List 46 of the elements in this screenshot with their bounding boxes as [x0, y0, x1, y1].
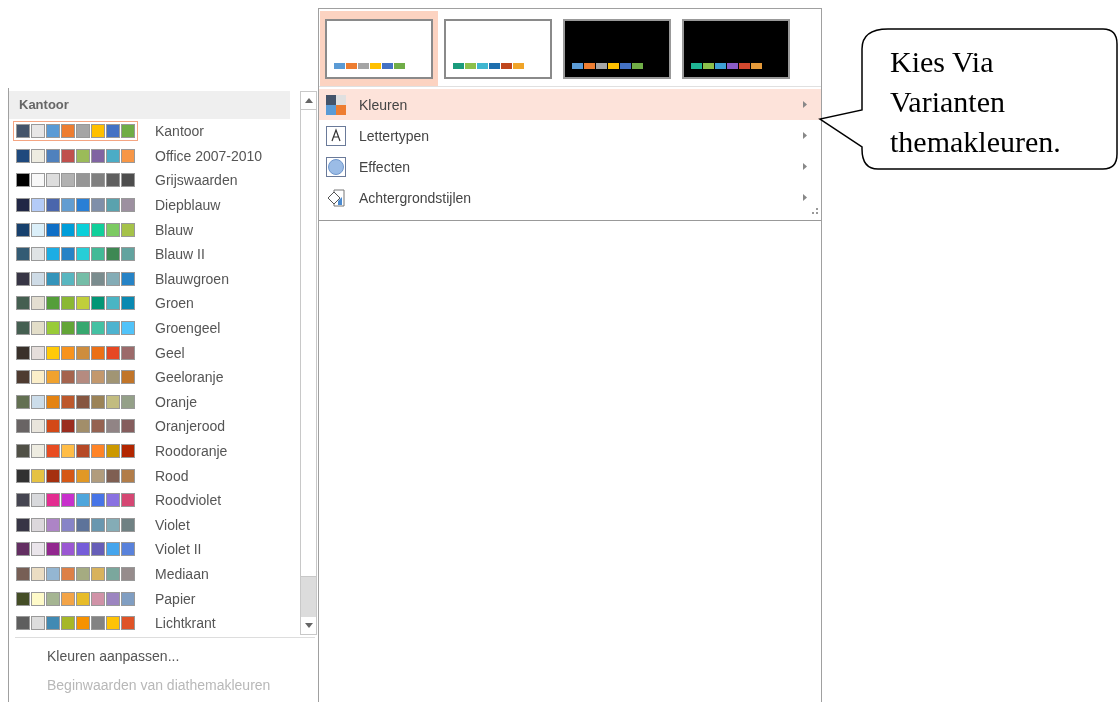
palette-name[interactable]: Kantoor — [155, 123, 205, 140]
scrollbar[interactable] — [300, 91, 317, 635]
variant-thumbnail[interactable] — [320, 11, 438, 86]
scroll-down-icon[interactable] — [304, 623, 313, 628]
palette-name[interactable]: Roodoranje — [155, 443, 228, 459]
palette-name[interactable]: Grijswaarden — [155, 172, 238, 189]
callout-text-line: themakleuren. — [890, 124, 1061, 160]
palette-name[interactable]: Lichtkrant — [155, 615, 216, 632]
palette-name[interactable]: Violet — [155, 516, 190, 533]
circle-icon — [326, 156, 346, 177]
menu-link[interactable]: Kleuren aanpassen... — [9, 642, 318, 672]
menu-item[interactable]: Kleuren — [319, 89, 821, 120]
palette-name[interactable]: Roodviolet — [155, 492, 222, 509]
resize-grip-icon[interactable] — [812, 208, 818, 214]
callout-text-line: Kies Via — [890, 44, 995, 80]
submenu-arrow-icon — [803, 132, 807, 139]
menu-item[interactable]: Effecten — [319, 151, 821, 182]
submenu-arrow-icon — [803, 163, 807, 170]
palette-name[interactable]: Geel — [155, 344, 185, 361]
color-swatch-strip[interactable] — [13, 441, 138, 461]
color-squares-icon — [326, 94, 346, 115]
menu-item[interactable]: Achtergrondstijlen — [319, 182, 821, 213]
menu-item[interactable]: Lettertypen — [319, 120, 821, 151]
palette-name[interactable]: Office 2007-2010 — [155, 147, 263, 164]
palette-name[interactable]: Oranjerood — [155, 418, 226, 435]
palette-name[interactable]: Rood — [155, 467, 189, 484]
palette-name[interactable]: Geeloranje — [155, 369, 224, 386]
callout-text-line: Varianten — [890, 84, 1006, 120]
submenu-arrow-icon — [803, 194, 807, 201]
color-swatch-strip[interactable] — [13, 564, 138, 584]
scroll-up-icon[interactable] — [304, 98, 313, 103]
palette-name[interactable]: Blauw II — [155, 246, 205, 263]
paint-bucket-icon — [326, 187, 346, 208]
palette-name[interactable]: Diepblauw — [155, 197, 221, 214]
palette-name[interactable]: Groen — [155, 295, 194, 312]
palette-name[interactable]: Blauwgroen — [155, 270, 229, 287]
submenu-arrow-icon — [803, 101, 807, 108]
palette-name[interactable]: Groengeel — [155, 320, 221, 337]
color-swatch-strip[interactable] — [13, 121, 138, 142]
palette-name[interactable]: Violet II — [155, 541, 202, 558]
palette-name[interactable]: Mediaan — [155, 566, 209, 582]
letter-a-icon — [326, 125, 346, 146]
palette-name[interactable]: Papier — [155, 590, 196, 607]
palette-name[interactable]: Blauw — [155, 221, 194, 238]
panel-header: Kantoor — [9, 91, 290, 119]
palette-name[interactable]: Oranje — [155, 393, 198, 410]
